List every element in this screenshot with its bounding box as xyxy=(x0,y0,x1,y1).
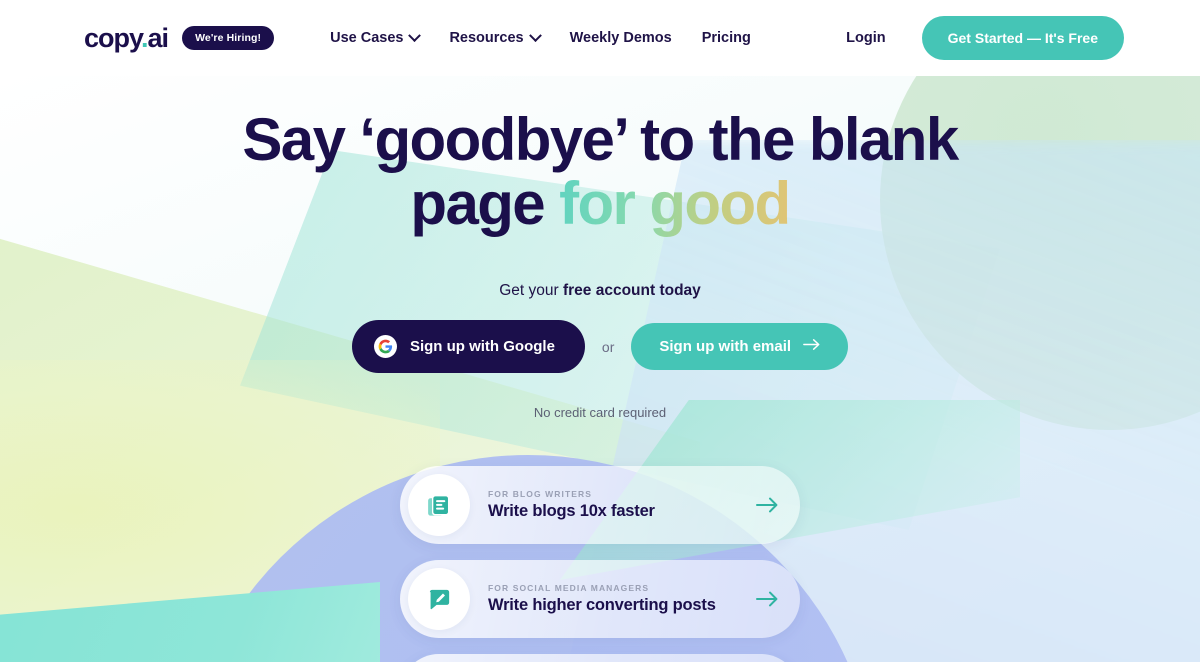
hero-section: Say ‘goodbye’ to the blank page for good… xyxy=(0,76,1200,420)
hero-subhead: Get your free account today xyxy=(0,282,1200,300)
page-title: Say ‘goodbye’ to the blank page for good xyxy=(220,106,980,238)
nav-item-resources-label: Resources xyxy=(449,30,524,46)
nav-item-resources[interactable]: Resources xyxy=(449,28,542,46)
headline-line-2-gradient: for good xyxy=(559,170,791,238)
signup-email-label: Sign up with email xyxy=(659,338,792,356)
card-title: Write blogs 10x faster xyxy=(488,502,655,521)
headline-line-1: Say ‘goodbye’ to the blank xyxy=(242,106,959,173)
nav-item-pricing[interactable]: Pricing xyxy=(702,30,751,46)
landing-page: copy.ai We're Hiring! Use Cases Resource… xyxy=(0,0,1200,662)
nav-item-use-cases[interactable]: Use Cases xyxy=(330,28,422,46)
signup-email-button[interactable]: Sign up with email xyxy=(631,323,849,371)
copyai-logo[interactable]: copy.ai xyxy=(84,22,170,53)
hero-subhead-prefix: Get your xyxy=(499,282,563,300)
signup-google-button[interactable]: Sign up with Google xyxy=(351,320,585,374)
hero-subhead-bold: free account today xyxy=(562,282,701,300)
chevron-down-icon xyxy=(408,28,422,42)
card-eyebrow: FOR BLOG WRITERS xyxy=(488,489,593,500)
nav-item-weekly-demos[interactable]: Weekly Demos xyxy=(570,30,672,46)
no-credit-card-note: No credit card required xyxy=(533,405,667,421)
main-navbar: copy.ai We're Hiring! Use Cases Resource… xyxy=(0,0,1200,76)
nav-item-weekly-demos-label: Weekly Demos xyxy=(569,30,672,46)
arrow-right-icon xyxy=(803,338,820,355)
or-separator: or xyxy=(601,338,615,355)
headline-line-2-dark: page xyxy=(410,170,545,238)
card-title: Write higher converting posts xyxy=(488,596,716,615)
use-case-card-partial[interactable] xyxy=(400,654,800,662)
signup-button-row: Sign up with Google or Sign up with emai… xyxy=(0,320,1200,374)
use-case-card-blog-writers[interactable]: FOR BLOG WRITERS Write blogs 10x faster xyxy=(400,466,800,545)
login-link[interactable]: Login xyxy=(846,30,885,46)
documents-icon xyxy=(408,474,470,537)
use-case-card-social-media[interactable]: FOR SOCIAL MEDIA MANAGERS Write higher c… xyxy=(400,560,800,639)
chat-pencil-icon xyxy=(408,568,470,631)
hiring-badge[interactable]: We're Hiring! xyxy=(182,26,275,50)
logo-suffix: ai xyxy=(147,22,170,53)
get-started-button[interactable]: Get Started — It's Free xyxy=(921,16,1124,60)
nav-links: Use Cases Resources Weekly Demos Pricing xyxy=(330,28,751,46)
logo-text: copy xyxy=(84,22,142,53)
nav-item-pricing-label: Pricing xyxy=(701,30,751,46)
nav-item-use-cases-label: Use Cases xyxy=(330,30,404,46)
brand-block: copy.ai We're Hiring! xyxy=(84,22,275,53)
nav-right-group: Login Get Started — It's Free xyxy=(846,16,1124,60)
arrow-right-icon[interactable] xyxy=(756,591,778,607)
google-icon xyxy=(373,335,397,359)
card-eyebrow: FOR SOCIAL MEDIA MANAGERS xyxy=(488,583,650,594)
chevron-down-icon xyxy=(528,28,542,42)
arrow-right-icon[interactable] xyxy=(756,497,778,513)
signup-google-label: Sign up with Google xyxy=(409,338,555,356)
use-case-card-text: FOR SOCIAL MEDIA MANAGERS Write higher c… xyxy=(488,583,746,615)
use-case-card-text: FOR BLOG WRITERS Write blogs 10x faster xyxy=(488,489,746,521)
use-case-card-list: FOR BLOG WRITERS Write blogs 10x faster … xyxy=(400,466,800,662)
